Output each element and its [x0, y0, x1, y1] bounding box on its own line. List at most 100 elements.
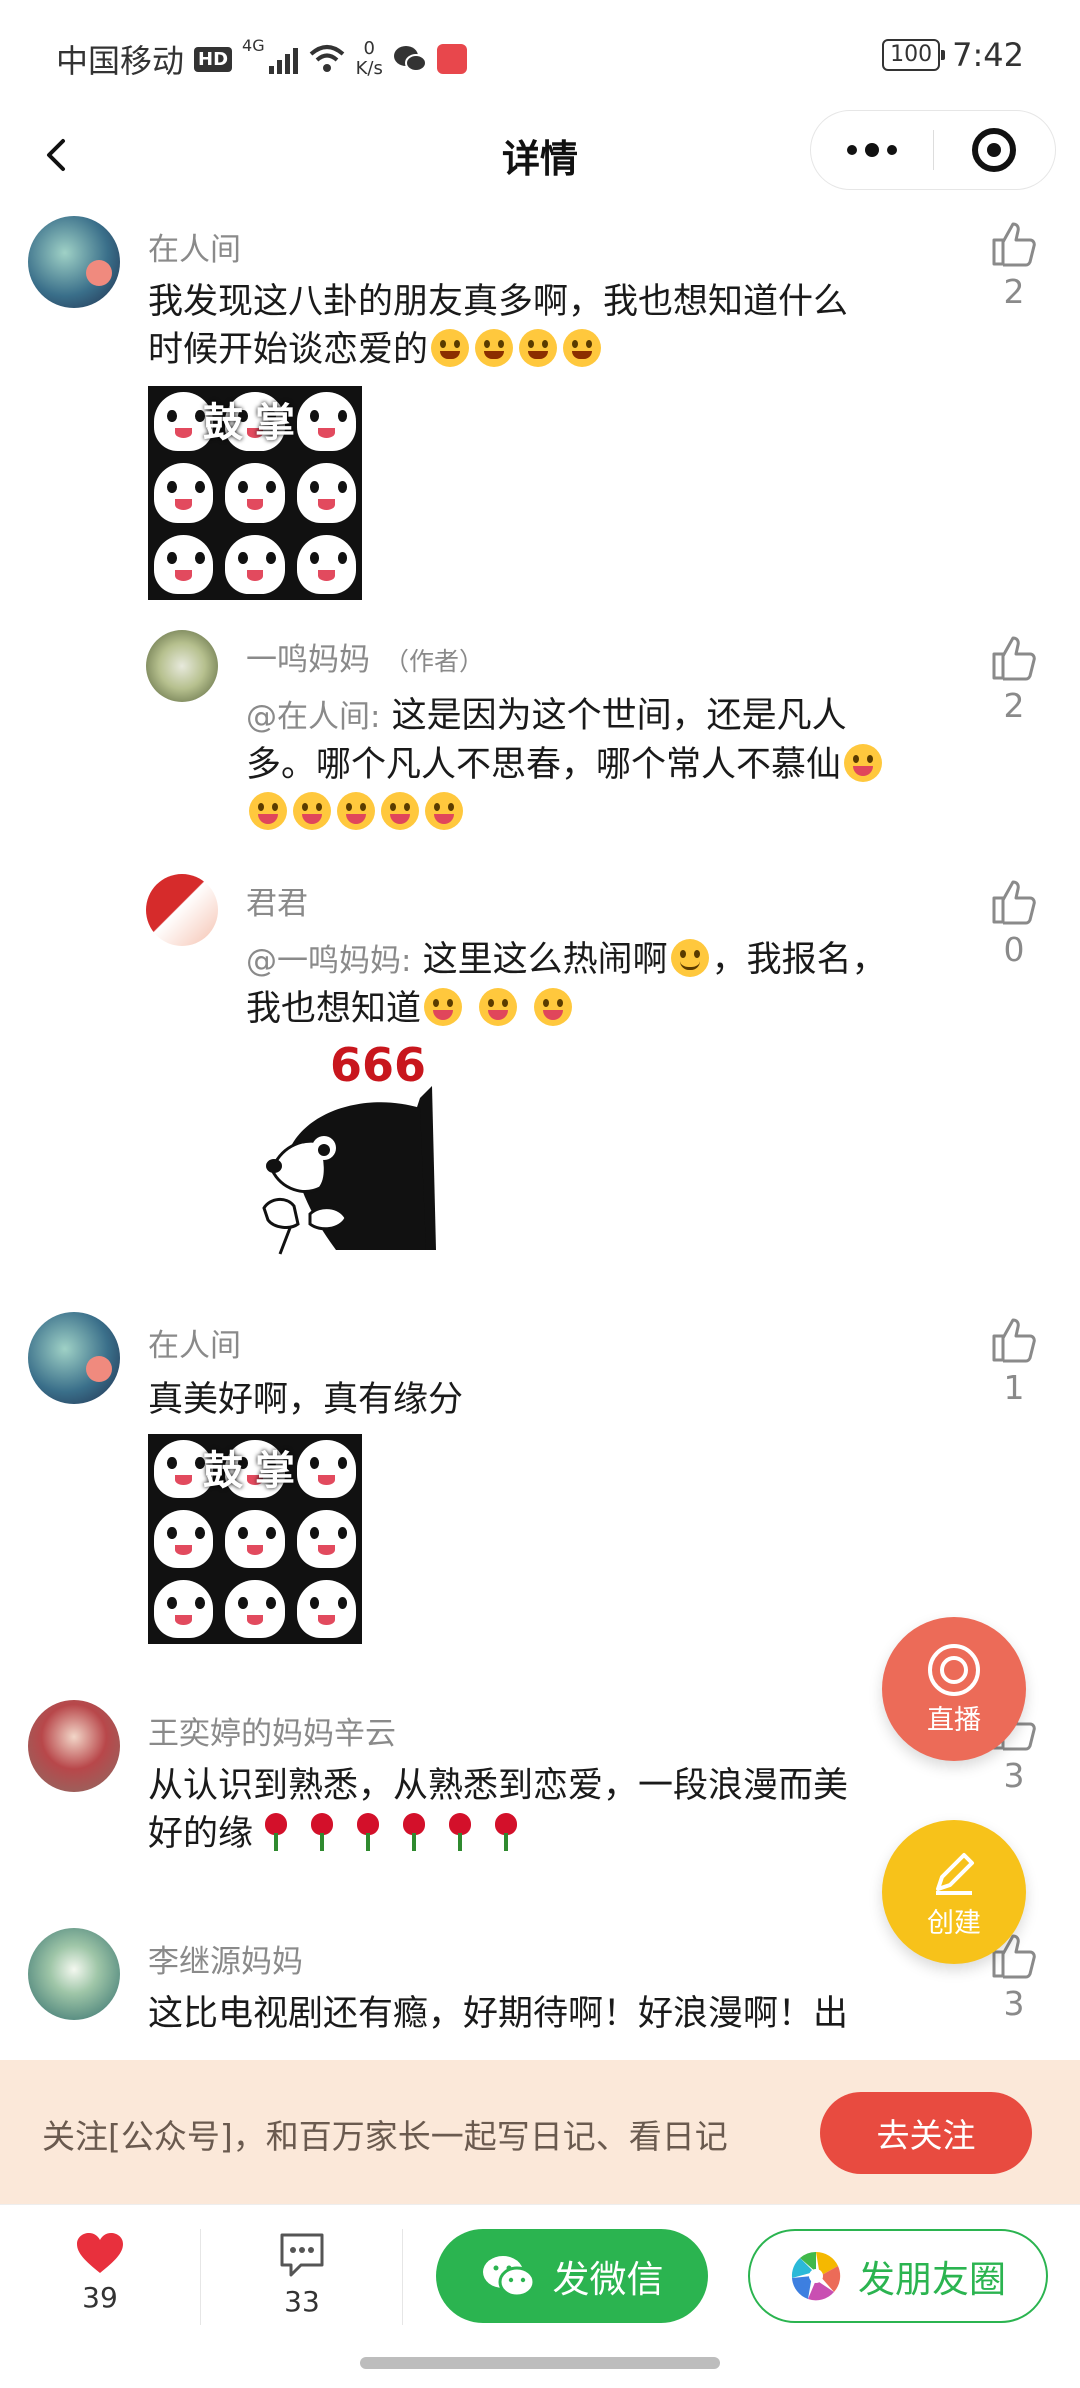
home-indicator[interactable]	[360, 2357, 720, 2369]
mention-link[interactable]: @在人间:	[246, 699, 380, 735]
like-button[interactable]: 2	[984, 218, 1044, 311]
like-button[interactable]: 2	[984, 632, 1044, 725]
close-miniprogram-button[interactable]	[933, 110, 1055, 190]
tongue-wink-emoji	[425, 792, 463, 830]
comment-text-fragment: 这里这么热闹啊	[422, 940, 668, 980]
rose-emoji	[351, 1813, 385, 1851]
like-post-button[interactable]: 39	[60, 2231, 140, 2314]
thumbs-up-icon	[992, 1318, 1036, 1363]
status-left: 中国移动 HD 4G 0 K/s	[56, 36, 467, 82]
battery-icon: 100	[882, 39, 946, 71]
hd-badge: HD	[194, 46, 233, 72]
comment-text-fragment: 这是因为这个世间，还是凡人	[391, 696, 847, 736]
comment-text-line: 好的缘	[148, 1810, 948, 1858]
share-moments-button[interactable]: 发朋友圈	[748, 2229, 1048, 2323]
comment-text: @在人间: 这是因为这个世间，还是凡人 多。哪个凡人不思春，哪个常人不慕仙	[246, 692, 946, 837]
clock: 7:42	[952, 36, 1024, 74]
miniprogram-capsule	[810, 110, 1056, 190]
net-speed-value: 0	[363, 38, 375, 59]
nav-bar: 详情	[0, 110, 1080, 200]
comment-post-button[interactable]: 33	[262, 2231, 342, 2318]
avatar[interactable]	[28, 1928, 120, 2020]
like-button[interactable]: 0	[984, 876, 1044, 969]
status-right: 100 7:42	[882, 36, 1024, 74]
comment-text-line: 时候开始谈恋爱的	[148, 326, 948, 374]
network-type: 4G	[242, 36, 265, 55]
follow-button[interactable]: 去关注	[820, 2092, 1032, 2174]
avatar[interactable]	[28, 1312, 120, 1404]
comment-text-line: 我也想知道	[246, 985, 946, 1033]
rose-emoji	[305, 1813, 339, 1851]
laugh-cry-emoji	[475, 329, 514, 367]
follow-banner: 关注[公众号]，和百万家长一起写日记、看日记 去关注	[0, 2060, 1080, 2204]
comment-text-line: 从认识到熟悉，从熟悉到恋爱，一段浪漫而美	[148, 1766, 849, 1806]
rose-emoji	[259, 1813, 293, 1851]
clap-sticker[interactable]: 鼓掌	[148, 1434, 362, 1644]
bottom-action-bar: 39 33 发微信 发朋友圈	[0, 2204, 1080, 2388]
smile-emoji	[670, 939, 709, 977]
like-button[interactable]: 1	[984, 1314, 1044, 1407]
rose-emoji	[489, 1813, 523, 1851]
grin-emoji	[563, 329, 602, 367]
tongue-wink-emoji	[249, 792, 287, 830]
more-button[interactable]	[811, 110, 933, 190]
sticker-caption: 鼓掌	[203, 1448, 307, 1494]
commenter-name: 王奕婷的妈妈辛云	[148, 1716, 396, 1752]
thumbs-up-icon	[992, 636, 1036, 681]
comment-text-line: @在人间: 这是因为这个世间，还是凡人	[246, 692, 946, 741]
live-label: 直播	[927, 1704, 981, 1736]
avatar[interactable]	[146, 874, 218, 946]
clap-sticker[interactable]: 鼓掌	[148, 386, 362, 600]
divider	[402, 2229, 403, 2325]
status-bar: 中国移动 HD 4G 0 K/s 100 7:42	[0, 0, 1080, 110]
carrier-label: 中国移动	[56, 42, 185, 80]
avatar[interactable]	[28, 1700, 120, 1792]
avatar[interactable]	[146, 630, 218, 702]
comment-text-line: 我发现这八卦的朋友真多啊，我也想知道什么	[148, 282, 849, 322]
comment-text-fragment: 好的缘	[148, 1814, 254, 1854]
avatar[interactable]	[28, 216, 120, 308]
tongue-wink-emoji	[381, 792, 419, 830]
comment-text-fragment: 多。哪个凡人不思春，哪个常人不慕仙	[246, 745, 842, 785]
tongue-wink-emoji	[479, 988, 518, 1026]
follow-banner-text: 关注[公众号]，和百万家长一起写日记、看日记	[42, 2117, 728, 2156]
net-speed-unit: K/s	[355, 58, 383, 79]
like-count: 1	[1003, 1368, 1025, 1407]
commenter-name: 李继源妈妈	[148, 1944, 303, 1980]
send-wechat-label: 发微信	[552, 2258, 664, 2301]
book-app-icon	[436, 44, 467, 74]
post-comment-count: 33	[284, 2285, 320, 2318]
share-moments-label: 发朋友圈	[858, 2258, 1006, 2301]
create-label: 创建	[927, 1907, 981, 1939]
mention-link[interactable]: @一鸣妈妈:	[246, 943, 411, 979]
tongue-wink-emoji	[424, 988, 463, 1026]
wifi-icon	[309, 45, 344, 72]
tongue-wink-emoji	[844, 744, 883, 782]
comment-bubble-icon	[280, 2233, 324, 2277]
commenter-name: 一鸣妈妈 （作者）	[246, 634, 484, 679]
tongue-wink-emoji	[337, 792, 375, 830]
rose-emoji	[443, 1813, 477, 1851]
thumbs-up-icon	[992, 222, 1036, 267]
live-button[interactable]: 直播	[882, 1617, 1026, 1761]
post-like-count: 39	[82, 2281, 118, 2314]
thumbs-up-icon	[992, 880, 1036, 925]
send-wechat-button[interactable]: 发微信	[436, 2229, 708, 2323]
target-icon	[972, 128, 1017, 172]
live-target-icon	[928, 1643, 980, 1696]
comment-text-fragment: ，我报名，	[711, 940, 887, 980]
divider	[200, 2229, 201, 2325]
like-count: 2	[1003, 272, 1025, 311]
comment-text-fragment: 时候开始谈恋爱的	[148, 330, 429, 370]
pencil-icon	[936, 1852, 974, 1895]
commenter-name: 在人间	[148, 232, 241, 268]
net-speed: 0 K/s	[356, 39, 383, 79]
commenter-name: 君君	[246, 886, 308, 922]
666-dog-sticker[interactable]: 666	[250, 1038, 450, 1258]
grin-emoji	[519, 329, 558, 367]
moments-aperture-icon	[791, 2251, 841, 2301]
like-count: 3	[1003, 1984, 1025, 2023]
create-button[interactable]: 创建	[882, 1820, 1026, 1964]
signal-icon	[268, 44, 298, 74]
comment-text: 我发现这八卦的朋友真多啊，我也想知道什么 时候开始谈恋爱的	[148, 278, 948, 374]
